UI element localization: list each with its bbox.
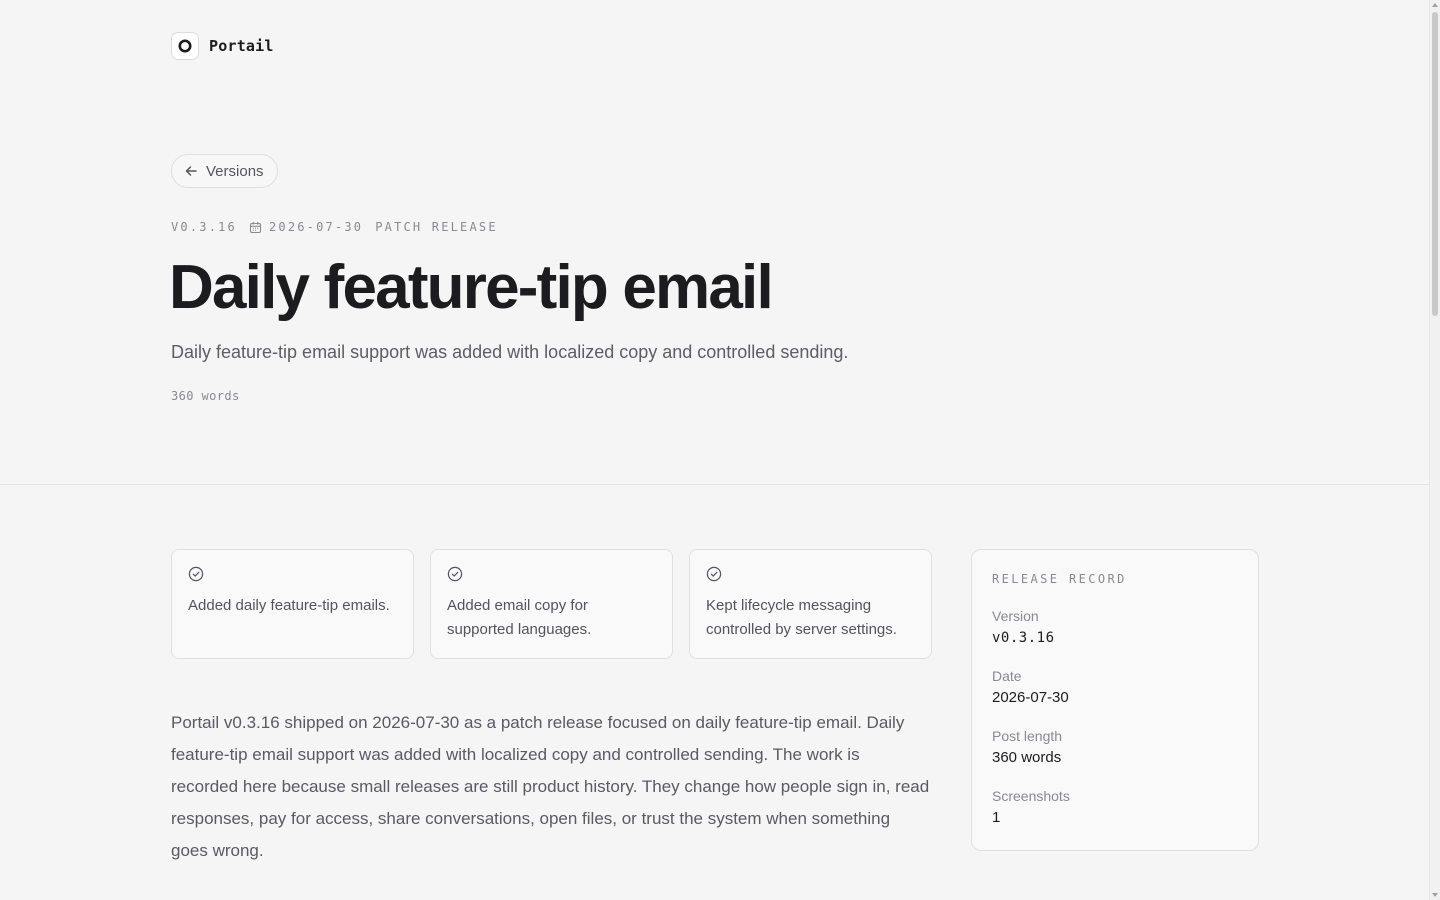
check-circle-icon xyxy=(706,566,722,582)
record-label: Date xyxy=(992,668,1022,684)
page-title: Daily feature-tip email xyxy=(169,253,774,322)
record-value: 2026-07-30 xyxy=(992,689,1069,706)
meta-date: 2026-07-30 xyxy=(249,220,363,234)
word-count: 360 words xyxy=(171,389,240,403)
release-meta: V0.3.16 2026-07-30 PATCH RELEASE xyxy=(171,220,498,234)
highlight-text: Added email copy for supported languages… xyxy=(447,597,592,638)
scroll-down-icon[interactable] xyxy=(1432,893,1438,897)
record-row-date: Date 2026-07-30 xyxy=(992,666,1238,710)
highlight-card: Added email copy for supported languages… xyxy=(430,549,673,659)
record-value: 1 xyxy=(992,809,1001,826)
check-circle-icon xyxy=(188,566,204,582)
calendar-icon xyxy=(249,221,262,233)
post-body: Portail v0.3.16 shipped on 2026-07-30 as… xyxy=(171,713,930,860)
page-scrollbar[interactable] xyxy=(1429,0,1440,900)
back-label: Versions xyxy=(206,162,264,180)
check-circle-icon xyxy=(447,566,463,582)
highlight-text: Kept lifecycle messaging controlled by s… xyxy=(706,597,897,638)
scroll-thumb[interactable] xyxy=(1432,12,1438,316)
record-value: v0.3.16 xyxy=(992,630,1055,646)
meta-version: V0.3.16 xyxy=(171,220,237,234)
meta-release-type: PATCH RELEASE xyxy=(375,220,498,234)
scroll-up-icon[interactable] xyxy=(1432,3,1438,7)
highlight-card: Kept lifecycle messaging controlled by s… xyxy=(689,549,932,659)
record-row-version: Version v0.3.16 xyxy=(992,606,1238,650)
highlight-cards: Added daily feature-tip emails. Added em… xyxy=(171,549,932,659)
portail-logo-icon[interactable] xyxy=(171,32,199,60)
record-value: 360 words xyxy=(992,749,1062,766)
arrow-left-icon xyxy=(185,166,197,176)
highlight-text: Added daily feature-tip emails. xyxy=(188,597,390,614)
record-label: Screenshots xyxy=(992,788,1070,804)
record-row-screenshots: Screenshots 1 xyxy=(992,786,1238,830)
section-divider xyxy=(0,484,1429,485)
meta-date-text: 2026-07-30 xyxy=(268,220,364,234)
site-header: Portail xyxy=(171,32,274,60)
release-record-title: RELEASE RECORD xyxy=(992,572,1127,586)
record-row-post-length: Post length 360 words xyxy=(992,726,1238,770)
release-record-panel: RELEASE RECORD Version v0.3.16 Date 2026… xyxy=(971,549,1259,851)
back-to-versions-button[interactable]: Versions xyxy=(171,154,278,188)
page-subtitle: Daily feature-tip email support was adde… xyxy=(171,342,849,362)
highlight-card: Added daily feature-tip emails. xyxy=(171,549,414,659)
record-label: Post length xyxy=(992,728,1063,744)
record-label: Version xyxy=(992,608,1039,624)
brand-name[interactable]: Portail xyxy=(209,37,274,55)
